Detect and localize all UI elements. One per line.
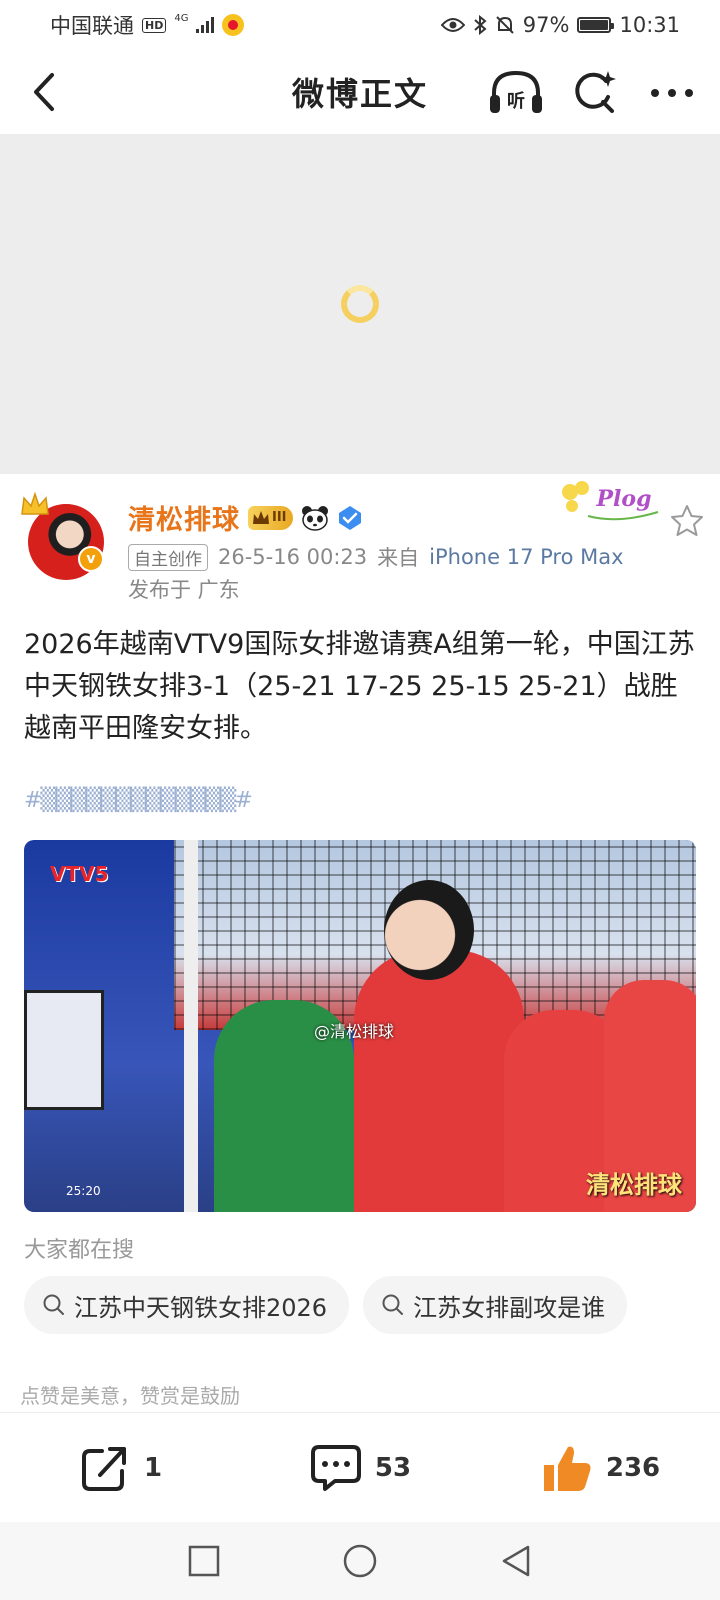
reward-note: 点赞是美意，赞赏是鼓励 bbox=[20, 1384, 240, 1408]
post-meta: 自主创作 26-5-16 00:23 来自 iPhone 17 Pro Max bbox=[128, 542, 624, 572]
search-sparkle-icon bbox=[575, 71, 616, 113]
signal-icon bbox=[196, 17, 215, 33]
image-pole bbox=[184, 840, 198, 1212]
listen-button[interactable]: 听 bbox=[488, 68, 544, 118]
page-title: 微博正文 bbox=[291, 75, 428, 113]
mute-bell-icon bbox=[496, 16, 514, 34]
plog-sticker-icon: Plog bbox=[562, 481, 659, 521]
comment-button[interactable]: 53 bbox=[240, 1441, 480, 1495]
panda-icon[interactable] bbox=[301, 505, 329, 531]
listen-label: 听 bbox=[507, 90, 525, 112]
image-broadcast-logo: VTV5 bbox=[50, 862, 109, 886]
nav-actions: 听 bbox=[488, 68, 700, 118]
back-system-button[interactable] bbox=[496, 1541, 536, 1581]
action-bar: 1 53 236 bbox=[0, 1412, 720, 1522]
carrier-name: 中国联通 bbox=[50, 14, 134, 38]
hot-search-chip[interactable]: 江苏女排副攻是谁 bbox=[363, 1276, 628, 1334]
square-icon bbox=[188, 1545, 220, 1577]
comment-count: 53 bbox=[374, 1452, 412, 1483]
author-name-row: 清松排球 III bbox=[128, 498, 363, 537]
status-right: 97% 10:31 bbox=[440, 13, 680, 37]
crown-icon bbox=[21, 492, 49, 515]
comment-icon bbox=[310, 1444, 361, 1491]
vip-badge[interactable]: III bbox=[248, 505, 293, 530]
post-time: 26-5-16 00:23 bbox=[218, 545, 368, 569]
post-location: 发布于 广东 bbox=[128, 578, 240, 602]
image-timestamp: 25:20 bbox=[66, 1184, 101, 1198]
hot-search-chips: 江苏中天钢铁女排2026 江苏女排副攻是谁 bbox=[24, 1276, 628, 1334]
image-watermark: @清松排球 bbox=[314, 1022, 395, 1041]
source-device[interactable]: iPhone 17 Pro Max bbox=[429, 545, 623, 569]
like-count: 236 bbox=[605, 1452, 661, 1483]
battery-icon bbox=[577, 17, 615, 33]
repost-button[interactable]: 1 bbox=[0, 1441, 240, 1495]
thumbs-up-icon bbox=[543, 1446, 591, 1491]
post-image[interactable]: VTV5 @清松排球 25:20 清松排球 bbox=[24, 840, 696, 1212]
image-corner-label: 清松排球 bbox=[586, 1171, 682, 1199]
image-player bbox=[354, 950, 524, 1212]
search-icon bbox=[43, 1294, 64, 1315]
verified-badge: v bbox=[78, 546, 104, 572]
clock: 10:31 bbox=[619, 13, 680, 37]
hot-search-label: 江苏中天钢铁女排2026 bbox=[74, 1293, 328, 1322]
avatar-wrap[interactable]: v bbox=[21, 492, 104, 580]
network-type: 4G bbox=[174, 12, 189, 24]
recent-apps-button[interactable] bbox=[184, 1541, 224, 1581]
post-text: 2026年越南VTV9国际女排邀请赛A组第一轮，中国江苏中天钢铁女排3-1（25… bbox=[24, 629, 695, 744]
repost-count: 1 bbox=[143, 1452, 163, 1483]
image-scoreboard bbox=[24, 990, 104, 1110]
hot-search-title: 大家都在搜 bbox=[24, 1238, 135, 1263]
bluetooth-icon bbox=[474, 15, 487, 35]
triangle-back-icon bbox=[502, 1545, 530, 1577]
loading-spinner-icon bbox=[341, 285, 379, 323]
like-button[interactable]: 236 bbox=[480, 1441, 720, 1495]
author-block: v 清松排球 III Plog 自主创作 26-5-16 00:23 来自 iP… bbox=[21, 481, 704, 614]
original-tag: 自主创作 bbox=[128, 543, 208, 571]
hot-search-label: 江苏女排副攻是谁 bbox=[413, 1293, 606, 1322]
hot-search-chip[interactable]: 江苏中天钢铁女排2026 bbox=[24, 1276, 350, 1334]
headphones-icon: 听 bbox=[490, 70, 542, 113]
system-nav-bar bbox=[0, 1522, 720, 1600]
author-name[interactable]: 清松排球 bbox=[128, 498, 240, 537]
vip-level: III bbox=[272, 510, 287, 525]
hashtag-link[interactable]: #▒▒▒▒▒▒▒▒▒▒▒▒▒# bbox=[24, 788, 253, 813]
nav-bar: 微博正文 听 bbox=[0, 50, 720, 134]
media-placeholder[interactable] bbox=[0, 134, 720, 474]
search-icon bbox=[382, 1294, 404, 1315]
status-left: 中国联通 HD 4G bbox=[50, 10, 245, 40]
gem-badge-icon[interactable] bbox=[337, 505, 363, 531]
crown-small-icon bbox=[253, 510, 269, 524]
eye-icon bbox=[440, 18, 465, 32]
battery-percent: 97% bbox=[522, 13, 570, 37]
weibo-notification-icon bbox=[222, 14, 245, 36]
home-button[interactable] bbox=[340, 1541, 380, 1581]
image-player-head bbox=[384, 880, 474, 980]
source-prefix: 来自 bbox=[377, 546, 420, 570]
hd-badge: HD bbox=[142, 17, 167, 33]
share-icon bbox=[81, 1446, 126, 1491]
more-dots-icon bbox=[651, 89, 693, 97]
chevron-left-icon bbox=[34, 73, 54, 111]
favorite-star-icon[interactable] bbox=[670, 504, 704, 538]
circle-icon bbox=[343, 1544, 377, 1578]
status-bar: 中国联通 HD 4G 97% 10:31 bbox=[0, 0, 720, 50]
more-button[interactable] bbox=[644, 68, 700, 118]
search-button[interactable] bbox=[566, 68, 622, 118]
plog-label: Plog bbox=[596, 486, 652, 512]
back-button[interactable] bbox=[22, 70, 66, 114]
